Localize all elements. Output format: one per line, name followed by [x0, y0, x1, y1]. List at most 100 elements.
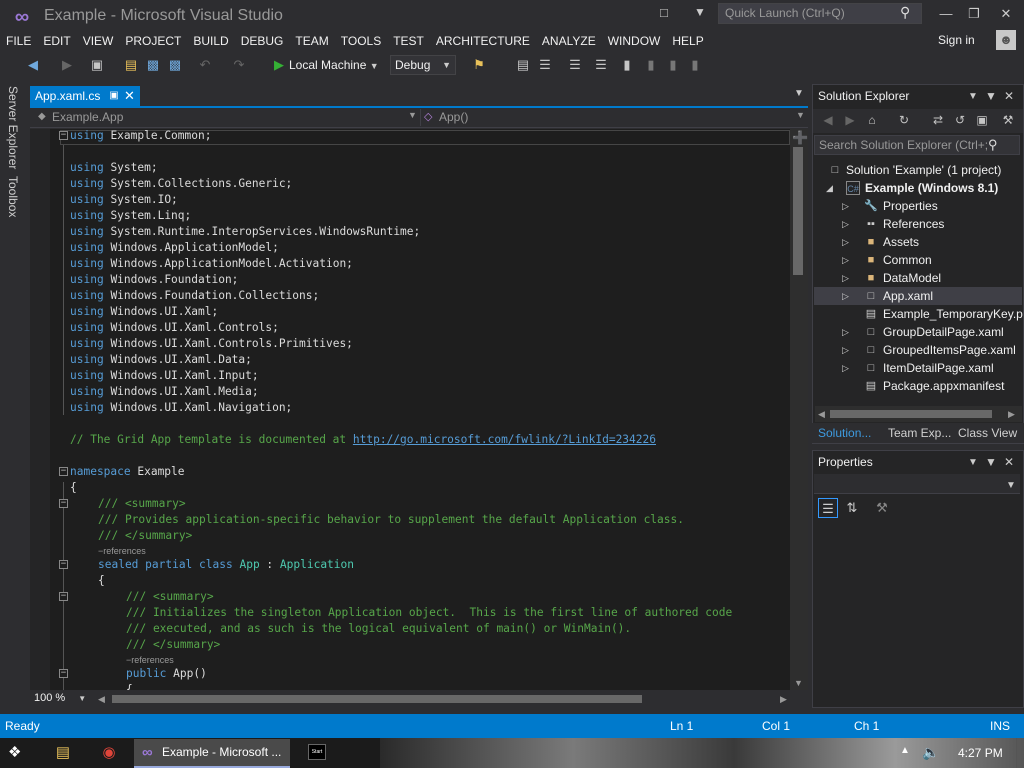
tree-item-datamodel[interactable]: DataModel — [883, 269, 941, 287]
open-file-icon[interactable]: ▤ — [122, 56, 140, 74]
windows-start-icon[interactable]: ❖ — [8, 743, 21, 761]
horizontal-scroll-thumb[interactable] — [112, 695, 642, 703]
home-icon[interactable]: ⌂ — [864, 112, 880, 128]
taskbar-clock[interactable]: 4:27 PM — [958, 746, 1003, 760]
tree-item-temporary-key[interactable]: Example_TemporaryKey.p — [883, 305, 1023, 323]
tray-expand-icon[interactable]: ▲ — [900, 745, 910, 756]
start-debugging-button[interactable]: ▶ Local Machine ▼ — [274, 55, 379, 75]
tree-item-project[interactable]: Example (Windows 8.1) — [865, 179, 998, 197]
tree-item-item-detail-page[interactable]: ItemDetailPage.xaml — [883, 359, 994, 377]
scroll-right-icon[interactable]: ▶ — [780, 694, 787, 705]
menu-project[interactable]: PROJECT — [119, 31, 187, 51]
fold-toggle-ctor-summary[interactable]: − — [59, 592, 68, 601]
categorized-icon[interactable]: ☰ — [818, 498, 838, 518]
codelens-references[interactable]: −references — [126, 654, 174, 666]
scroll-left-icon[interactable]: ◀ — [818, 409, 825, 420]
tree-item-group-detail-page[interactable]: GroupDetailPage.xaml — [883, 323, 1004, 341]
menu-window[interactable]: WINDOW — [602, 31, 667, 51]
tab-class-view[interactable]: Class View — [958, 426, 1017, 440]
template-link[interactable]: http://go.microsoft.com/fwlink/?LinkId=2… — [353, 433, 656, 446]
history-icon[interactable]: ↻ — [896, 112, 912, 128]
collapsed-arrow-icon[interactable]: ▷ — [842, 201, 849, 212]
menu-debug[interactable]: DEBUG — [235, 31, 290, 51]
chevron-down-icon[interactable]: ▼ — [796, 110, 805, 120]
tree-item-properties[interactable]: Properties — [883, 197, 938, 215]
collapse-all-icon[interactable]: ▣ — [974, 112, 990, 128]
fold-toggle-usings[interactable]: − — [59, 131, 68, 140]
expanded-arrow-icon[interactable]: ◢ — [826, 183, 833, 194]
type-dropdown[interactable]: Example.App — [34, 109, 418, 126]
chevron-down-icon[interactable]: ▼ — [794, 88, 804, 99]
outdent-icon[interactable]: ☰ — [566, 56, 584, 74]
prev-bookmark-icon[interactable]: ▮ — [642, 56, 660, 74]
indent-icon[interactable]: ☰ — [536, 56, 554, 74]
menu-tools[interactable]: TOOLS — [335, 31, 387, 51]
filter-icon[interactable]: ▼ — [694, 5, 710, 21]
quick-launch-input[interactable]: Quick Launch (Ctrl+Q) — [718, 3, 922, 24]
server-explorer-tab[interactable]: Server Explorer — [6, 86, 20, 169]
chevron-down-icon[interactable]: ▼ — [968, 91, 978, 102]
toggle-comment-icon[interactable]: ▤ — [514, 56, 532, 74]
fold-toggle-summary[interactable]: − — [59, 499, 68, 508]
refresh-icon[interactable]: ↺ — [952, 112, 968, 128]
search-icon[interactable]: ⚲ — [900, 4, 910, 21]
scroll-left-icon[interactable]: ◀ — [98, 694, 105, 705]
split-window-icon[interactable]: ➕ — [792, 130, 808, 146]
minimize-button[interactable]: — — [932, 4, 960, 24]
fold-toggle-class[interactable]: − — [59, 560, 68, 569]
clear-bookmarks-icon[interactable]: ▮ — [686, 56, 704, 74]
tab-team-explorer[interactable]: Team Exp... — [888, 426, 951, 440]
menu-analyze[interactable]: ANALYZE — [536, 31, 602, 51]
sign-in-link[interactable]: Sign in — [938, 33, 975, 47]
new-project-icon[interactable]: ▣ — [88, 56, 106, 74]
collapsed-arrow-icon[interactable]: ▷ — [842, 345, 849, 356]
pin-icon[interactable]: ▼ — [985, 455, 997, 469]
save-all-icon[interactable]: ▩ — [166, 56, 184, 74]
volume-icon[interactable]: 🔈 — [922, 744, 939, 761]
chevron-down-icon[interactable]: ▼ — [408, 110, 417, 120]
properties-object-select[interactable] — [814, 474, 1020, 494]
tree-item-references[interactable]: References — [883, 215, 944, 233]
maximize-button[interactable]: ❐ — [960, 4, 988, 24]
notifications-icon[interactable]: □ — [660, 5, 678, 21]
menu-build[interactable]: BUILD — [187, 31, 234, 51]
close-icon[interactable]: ✕ — [1004, 89, 1014, 103]
close-icon[interactable]: ✕ — [1004, 455, 1014, 469]
collapsed-arrow-icon[interactable]: ▷ — [842, 363, 849, 374]
menu-help[interactable]: HELP — [666, 31, 709, 51]
sync-icon[interactable]: ⇄ — [930, 112, 946, 128]
format-icon[interactable]: ☰ — [592, 56, 610, 74]
redo-icon[interactable]: ↷ — [230, 56, 248, 74]
back-icon[interactable]: ◀ — [820, 112, 836, 128]
chevron-down-icon[interactable]: ▼ — [968, 457, 978, 468]
property-pages-icon[interactable]: ⚒ — [872, 498, 892, 518]
close-tab-icon[interactable]: ✕ — [124, 88, 135, 104]
tree-item-grouped-items-page[interactable]: GroupedItemsPage.xaml — [883, 341, 1016, 359]
menu-team[interactable]: TEAM — [289, 31, 334, 51]
menu-test[interactable]: TEST — [387, 31, 430, 51]
pin-icon[interactable]: ▣ — [108, 90, 120, 102]
forward-icon[interactable]: ▶ — [842, 112, 858, 128]
collapsed-arrow-icon[interactable]: ▷ — [842, 255, 849, 266]
menu-file[interactable]: FILE — [0, 31, 37, 51]
collapsed-arrow-icon[interactable]: ▷ — [842, 237, 849, 248]
chrome-icon[interactable]: ◉ — [98, 742, 120, 764]
show-desktop-button[interactable] — [1016, 738, 1024, 768]
menu-edit[interactable]: EDIT — [37, 31, 76, 51]
alphabetical-icon[interactable]: ⇅ — [842, 498, 862, 518]
collapsed-arrow-icon[interactable]: ▷ — [842, 327, 849, 338]
toolbox-tab[interactable]: Toolbox — [6, 176, 20, 217]
find-in-files-icon[interactable]: ⚑ — [470, 56, 488, 74]
undo-icon[interactable]: ↶ — [196, 56, 214, 74]
vertical-scroll-thumb[interactable] — [793, 147, 803, 275]
codelens-references[interactable]: −references — [98, 545, 146, 557]
fold-toggle-namespace[interactable]: − — [59, 467, 68, 476]
collapsed-arrow-icon[interactable]: ▷ — [842, 219, 849, 230]
avatar[interactable]: ☻ — [996, 30, 1016, 50]
bookmark-icon[interactable]: ▮ — [618, 56, 636, 74]
tree-item-assets[interactable]: Assets — [883, 233, 919, 251]
save-icon[interactable]: ▩ — [144, 56, 162, 74]
tree-item-package-manifest[interactable]: Package.appxmanifest — [883, 377, 1004, 395]
collapsed-arrow-icon[interactable]: ▷ — [842, 291, 849, 302]
zoom-level-select[interactable]: 100 % ▼ — [34, 692, 86, 704]
